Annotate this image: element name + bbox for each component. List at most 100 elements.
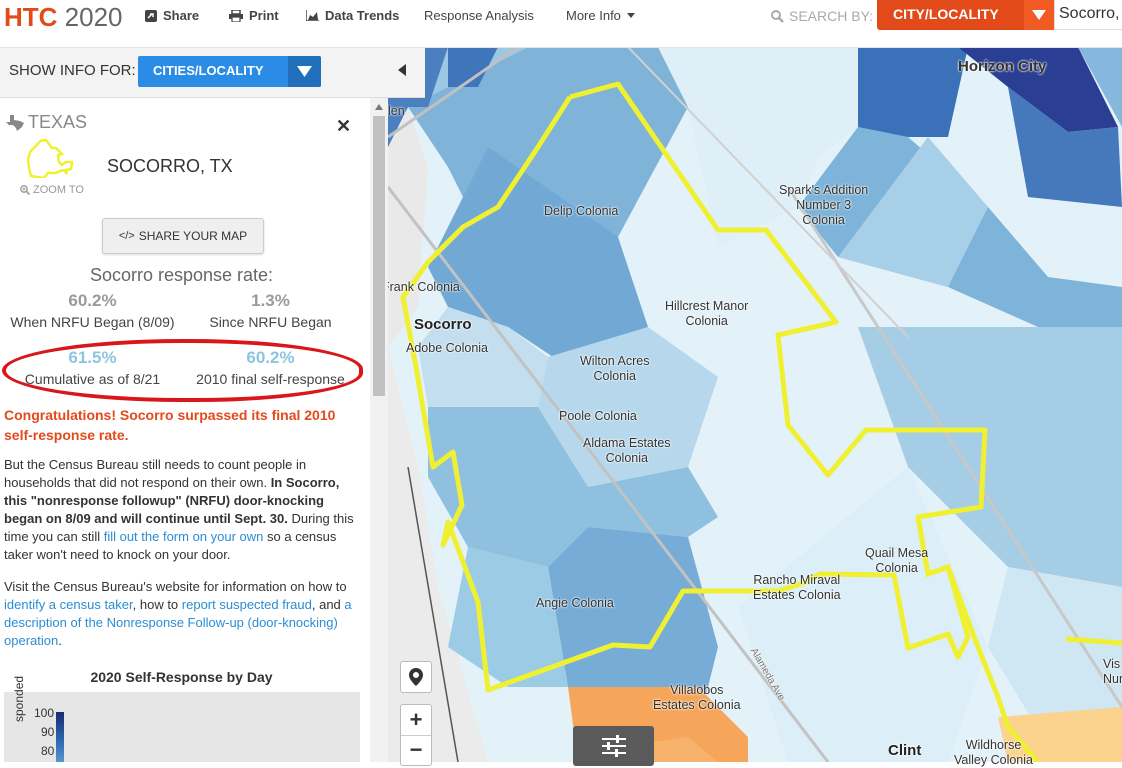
map-filter-button[interactable]: [573, 726, 654, 766]
share-your-map-button[interactable]: </> SHARE YOUR MAP: [102, 218, 264, 254]
data-trends-label: Data Trends: [325, 8, 400, 23]
map-label-text: Colonia: [875, 561, 918, 575]
brand-name: HTC: [4, 2, 58, 32]
map-label-text: Number 3: [796, 198, 852, 212]
map-label-vis: Vis Numb: [1103, 657, 1122, 687]
map-label-text: Quail Mesa: [865, 546, 929, 560]
search-icon: [771, 9, 784, 23]
data-trends-nav-button[interactable]: Data Trends: [306, 8, 399, 23]
stat-2010-final: 60.2% 2010 final self-response: [180, 348, 361, 387]
map-label-text: Wildhorse: [965, 738, 1022, 752]
collapse-panel-button[interactable]: [398, 63, 406, 81]
caret-left-icon: [398, 64, 406, 76]
stat-when-nrfu-began: 60.2% When NRFU Began (8/09): [2, 291, 183, 330]
search-by-select[interactable]: CITY/LOCALITY: [877, 0, 1054, 30]
scroll-up-arrow-icon[interactable]: [375, 104, 383, 110]
show-info-select[interactable]: CITIES/LOCALITY: [138, 56, 321, 87]
sliders-icon: [601, 735, 626, 757]
map-canvas[interactable]: Horizon City len Spark's Addition Number…: [382, 47, 1122, 767]
locate-button[interactable]: [400, 661, 432, 693]
plus-icon: +: [409, 706, 423, 732]
identify-census-taker-link[interactable]: identify a census taker: [4, 597, 133, 612]
response-analysis-label: Response Analysis: [424, 8, 534, 23]
show-info-bar: SHOW INFO FOR: CITIES/LOCALITY: [0, 47, 425, 98]
place-name: SOCORRO, TX: [107, 156, 233, 176]
stat-cumulative: 61.5% Cumulative as of 8/21: [2, 348, 183, 387]
search-input[interactable]: Socorro,: [1054, 0, 1122, 30]
share-icon: [145, 9, 157, 22]
chart-y-tick: 90: [41, 725, 55, 739]
code-icon: </>: [118, 230, 135, 242]
state-heading: TEXAS: [6, 112, 87, 133]
map-label-text: Colonia: [802, 213, 845, 227]
paragraph-text: But the Census Bureau still needs to cou…: [4, 457, 307, 490]
report-fraud-link[interactable]: report suspected fraud: [182, 597, 312, 612]
chart-y-axis-label: sponded: [12, 675, 26, 722]
map-label-delip-colonia: Delip Colonia: [544, 204, 619, 218]
zoom-to-link[interactable]: ZOOM TO: [20, 184, 84, 196]
map-label-text: Rancho Miraval: [753, 573, 841, 587]
place-outline-icon[interactable]: [26, 138, 76, 178]
more-info-label: More Info: [566, 8, 621, 23]
map-label-text: Spark's Addition: [779, 183, 869, 197]
map-label-text: Estates Colonia: [753, 588, 841, 602]
zoom-in-button[interactable]: +: [401, 705, 431, 736]
share-nav-button[interactable]: Share: [145, 8, 199, 23]
nrfu-paragraph: But the Census Bureau still needs to cou…: [4, 456, 362, 564]
stat-since-nrfu-began: 1.3% Since NRFU Began: [180, 291, 361, 330]
zoom-control: + −: [400, 704, 432, 766]
map-label-angie-colonia: Angie Colonia: [536, 596, 614, 610]
close-icon[interactable]: ✕: [336, 116, 351, 137]
show-info-value: CITIES/LOCALITY: [153, 63, 264, 78]
stat-value: 1.3%: [251, 291, 290, 310]
map-label-clint: Clint: [888, 742, 922, 759]
minus-icon: −: [409, 737, 423, 763]
map-label-quail-mesa: Quail Mesa Colonia: [865, 546, 928, 576]
map-label-socorro: Socorro: [414, 316, 472, 333]
state-name: TEXAS: [28, 112, 88, 132]
map-label-text: Colonia: [605, 451, 648, 465]
map-label-text: Numb: [1103, 672, 1122, 686]
zoom-to-label: ZOOM TO: [33, 184, 84, 196]
map-label-text: Hillcrest Manor: [665, 299, 749, 313]
map-label-rancho-miraval: Rancho Miraval Estates Colonia: [753, 573, 841, 603]
map-label-adobe-colonia: Adobe Colonia: [406, 341, 489, 355]
map-label-len: len: [388, 104, 405, 118]
map-label-aldama-estates: Aldama Estates Colonia: [583, 436, 671, 466]
response-rate-heading: Socorro response rate:: [89, 265, 274, 285]
info-panel: TEXAS ✕ SOCORRO, TX ZOOM TO </> SHARE YO…: [0, 98, 388, 762]
stat-label: When NRFU Began (8/09): [10, 314, 175, 330]
map-label-text: Colonia: [593, 369, 636, 383]
stat-label: 2010 final self-response: [196, 371, 345, 387]
dropdown-arrow-icon: [288, 56, 321, 87]
map-label-frank-colonia: Frank Colonia: [382, 280, 460, 294]
map-label-text: Villalobos: [670, 683, 724, 697]
brand-logo[interactable]: HTC 2020: [4, 2, 123, 32]
print-nav-button[interactable]: Print: [229, 8, 279, 23]
map-label-wildhorse-valley: Wildhorse Valley Colonia: [954, 738, 1033, 768]
paragraph-text: Visit the Census Bureau's website for in…: [4, 579, 347, 594]
stat-label: Cumulative as of 8/21: [24, 371, 161, 387]
search-by-text: SEARCH BY:: [789, 8, 874, 24]
more-info-dropdown[interactable]: More Info: [566, 8, 635, 23]
print-label: Print: [249, 8, 279, 23]
chart-y-tick: 100: [34, 706, 55, 720]
chart-color-scale: [56, 712, 64, 762]
show-info-label: SHOW INFO FOR:: [9, 62, 136, 79]
map-label-text: Aldama Estates: [583, 436, 671, 450]
fill-out-form-link[interactable]: fill out the form on your own: [104, 529, 264, 544]
map-label-text: Valley Colonia: [954, 753, 1033, 767]
paragraph-text: , how to: [132, 597, 182, 612]
brand-year: 2020: [64, 2, 123, 32]
stat-value: 60.2%: [246, 348, 295, 367]
response-analysis-nav-link[interactable]: Response Analysis: [424, 8, 534, 23]
map-pin-icon: [409, 668, 423, 686]
zoom-out-button[interactable]: −: [401, 736, 431, 766]
map-label-sparks-addition: Spark's Addition Number 3 Colonia: [779, 183, 868, 228]
zoom-in-icon: [20, 185, 30, 195]
paragraph-text: .: [58, 633, 62, 648]
scrollbar-thumb[interactable]: [373, 116, 385, 396]
congratulations-message: Congratulations! Socorro surpassed its f…: [4, 407, 336, 443]
map-label-hillcrest-manor: Hillcrest Manor Colonia: [665, 299, 748, 329]
area-chart-icon: [306, 10, 319, 21]
